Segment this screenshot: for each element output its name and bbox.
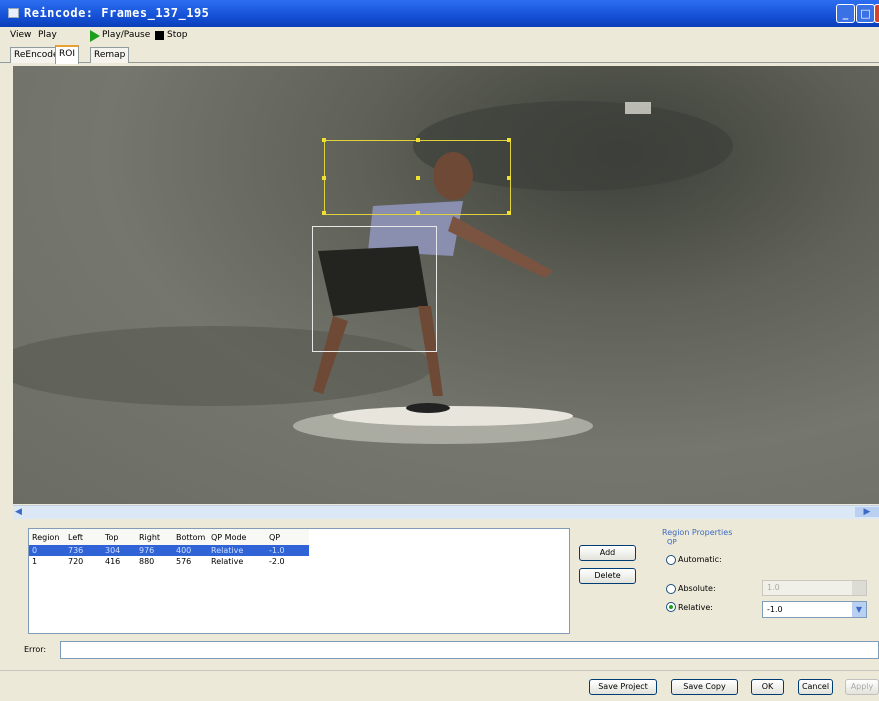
resize-handle[interactable] [507, 211, 511, 215]
menu-play[interactable]: Play [38, 30, 57, 40]
play-icon[interactable] [90, 30, 100, 42]
roi-region-1[interactable] [312, 226, 437, 352]
add-button[interactable]: Add [579, 545, 636, 561]
column-header-qp-mode[interactable]: QP Mode [211, 529, 269, 545]
cell-bottom: 576 [176, 557, 192, 566]
column-header-bottom[interactable]: Bottom [176, 529, 211, 545]
resize-handle[interactable] [507, 176, 511, 180]
qp-group-label: QP [667, 538, 677, 546]
stop-icon[interactable] [155, 31, 164, 40]
footer-bar [0, 670, 879, 701]
cell-left: 720 [68, 557, 84, 566]
cell-region: 0 [29, 545, 68, 556]
tab-remap[interactable]: Remap [90, 47, 130, 63]
save-project-button[interactable]: Save Project [589, 679, 657, 695]
resize-handle[interactable] [322, 138, 326, 142]
error-field[interactable] [60, 641, 879, 659]
resize-handle[interactable] [507, 138, 511, 142]
column-header-qp[interactable]: QP [269, 529, 309, 545]
scroll-right-icon[interactable]: ▶ [855, 507, 879, 517]
relative-label: Relative: [678, 603, 713, 612]
horizontal-scrollbar[interactable] [13, 505, 879, 519]
region-properties-title: Region Properties [662, 528, 733, 537]
scroll-left-icon[interactable]: ◀ [15, 507, 25, 517]
stop-button[interactable]: Stop [167, 30, 187, 40]
column-header-region[interactable]: Region [29, 529, 68, 545]
resize-handle[interactable] [322, 211, 326, 215]
cell-left: 736 [68, 545, 105, 556]
absolute-radio[interactable] [666, 584, 676, 594]
cell-qp: -2.0 [269, 557, 285, 566]
play-pause-button[interactable]: Play/Pause [102, 30, 150, 40]
ok-button[interactable]: OK [751, 679, 784, 695]
relative-radio[interactable] [666, 602, 676, 612]
cell-right: 880 [139, 557, 155, 566]
maximize-button[interactable]: □ [856, 4, 875, 23]
column-header-right[interactable]: Right [139, 529, 176, 545]
absolute-label: Absolute: [678, 584, 716, 593]
minimize-button[interactable]: _ [836, 4, 855, 23]
save-copy-button[interactable]: Save Copy [671, 679, 738, 695]
menu-view[interactable]: View [10, 30, 31, 40]
tab-strip [0, 45, 879, 63]
cell-region: 1 [32, 557, 38, 566]
window-title: Reincode: Frames_137_195 [24, 6, 210, 20]
close-button[interactable] [874, 4, 879, 23]
resize-handle[interactable] [416, 211, 420, 215]
apply-button[interactable]: Apply [845, 679, 879, 695]
table-row[interactable]: 0 736 304 976 400 Relative -1.0 [29, 545, 309, 556]
cell-top: 304 [105, 545, 139, 556]
column-header-left[interactable]: Left [68, 529, 105, 545]
absolute-dropdown-icon[interactable] [852, 581, 866, 595]
app-icon [8, 8, 19, 18]
delete-button[interactable]: Delete [579, 568, 636, 584]
resize-handle[interactable] [416, 138, 420, 142]
video-frame[interactable] [13, 66, 879, 504]
surfer-image [13, 101, 733, 444]
roi-region-0[interactable] [322, 138, 511, 215]
cancel-button[interactable]: Cancel [798, 679, 833, 695]
tab-roi[interactable]: ROI [55, 45, 79, 64]
column-header-top[interactable]: Top [105, 529, 139, 545]
roi-table[interactable]: Region Left Top Right Bottom QP Mode QP … [28, 528, 570, 634]
automatic-label: Automatic: [678, 555, 722, 564]
cell-bottom: 400 [176, 545, 211, 556]
resize-handle[interactable] [322, 176, 326, 180]
cell-qp: -1.0 [269, 545, 309, 556]
cell-top: 416 [105, 557, 121, 566]
table-row[interactable]: 1 720 416 880 576 Relative -2.0 [29, 556, 309, 567]
table-header: Region Left Top Right Bottom QP Mode QP [29, 529, 309, 545]
cell-qp-mode: Relative [211, 557, 244, 566]
chevron-down-icon[interactable]: ▼ [852, 602, 866, 617]
cell-right: 976 [139, 545, 176, 556]
automatic-radio[interactable] [666, 555, 676, 565]
error-label: Error: [24, 645, 47, 654]
cell-qp-mode: Relative [211, 545, 269, 556]
resize-handle[interactable] [416, 176, 420, 180]
